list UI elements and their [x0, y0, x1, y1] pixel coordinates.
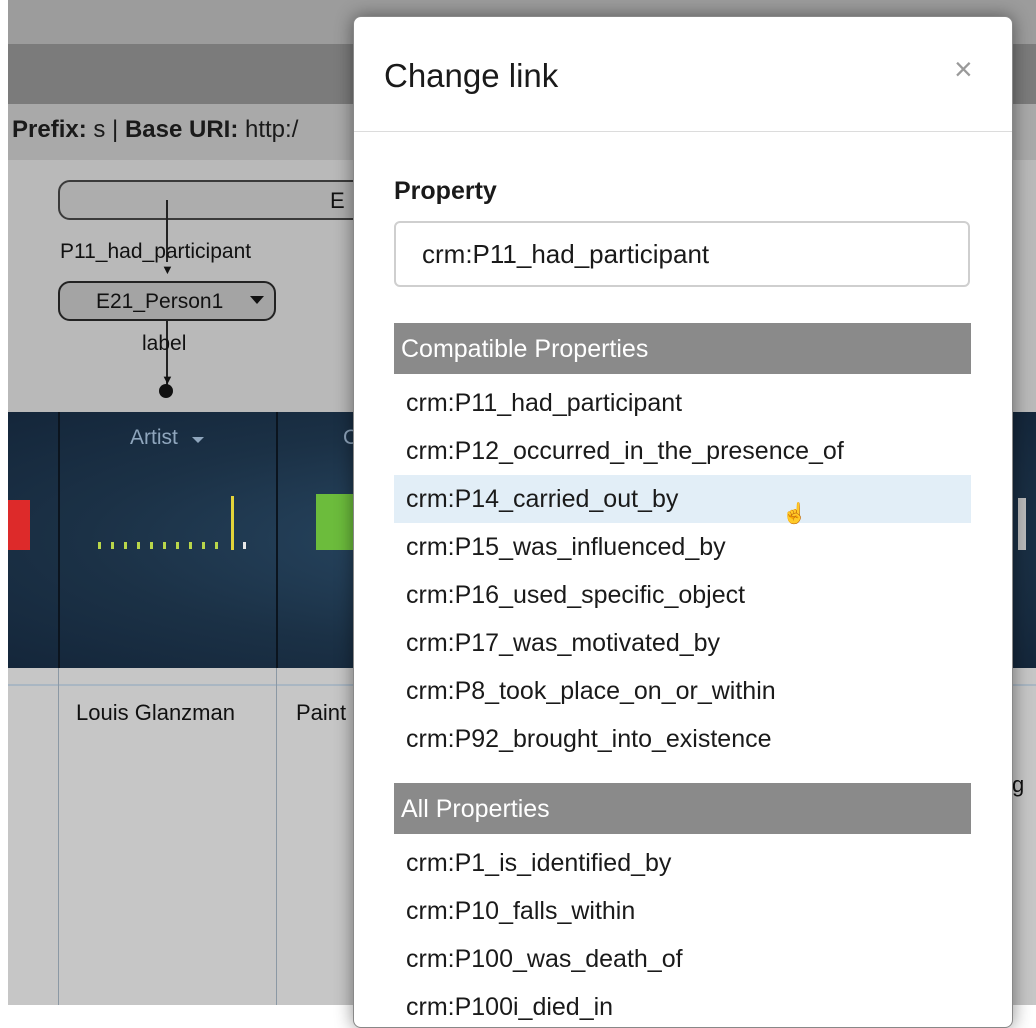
property-option[interactable]: crm:P92_brought_into_existence — [394, 715, 971, 763]
table-cell-partial: Paint — [296, 700, 347, 725]
histogram-tick — [176, 542, 179, 549]
person-node-label: E21_Person1 — [96, 290, 224, 313]
dialog-title: Change link — [384, 57, 559, 94]
property-option[interactable]: crm:P1_is_identified_by — [394, 839, 971, 887]
property-option[interactable]: crm:P100_was_death_of — [394, 935, 971, 983]
person-node[interactable]: E21_Person1 — [58, 281, 276, 321]
prefix-label: Prefix: — [12, 116, 87, 143]
property-option[interactable]: crm:P15_was_influenced_by — [394, 523, 971, 571]
header-divider — [354, 131, 1012, 132]
histogram-tick — [189, 542, 192, 549]
class-node-label: E — [330, 188, 345, 213]
property-option[interactable]: crm:P10_falls_within — [394, 887, 971, 935]
histogram-tick — [243, 542, 246, 549]
histogram-tick — [111, 542, 114, 549]
table-cell-artist: Louis Glanzman — [76, 700, 235, 725]
class-node[interactable]: E — [58, 180, 368, 220]
histogram-tick — [202, 542, 205, 549]
close-button[interactable]: × — [954, 53, 973, 85]
table-column-divider — [276, 668, 277, 1005]
histogram-bar — [1018, 498, 1026, 550]
histogram-tick — [163, 542, 166, 549]
histogram-tick-highlight — [231, 496, 234, 550]
property-option[interactable]: crm:P12_occurred_in_the_presence_of — [394, 427, 971, 475]
column-header-artist[interactable]: Artist — [130, 426, 178, 450]
property-option[interactable]: crm:P11_had_participant — [394, 379, 971, 427]
base-uri-value: http:/ — [238, 116, 299, 143]
base-uri-label: Base URI: — [124, 116, 239, 143]
property-input[interactable] — [394, 221, 970, 287]
property-option[interactable]: crm:P14_carried_out_by — [394, 475, 971, 523]
histogram-tick — [98, 542, 101, 549]
compatible-properties-header: Compatible Properties — [394, 323, 971, 374]
property-option[interactable]: crm:P8_took_place_on_or_within — [394, 667, 971, 715]
property-label: Property — [394, 177, 497, 205]
arrow-down-icon: ▼ — [161, 262, 174, 277]
property-option[interactable]: crm:P16_used_specific_object — [394, 571, 971, 619]
table-column-divider — [58, 668, 59, 1005]
all-properties-header: All Properties — [394, 783, 971, 834]
chevron-down-icon[interactable] — [192, 437, 204, 443]
link-property-label[interactable]: P11_had_participant — [60, 240, 251, 264]
prefix-info: Prefix: s | Base URI: http:/ — [12, 116, 298, 144]
chevron-down-icon[interactable] — [250, 296, 264, 304]
histogram-tick — [215, 542, 218, 549]
histogram-bar — [8, 500, 30, 550]
column-divider — [58, 412, 60, 668]
prefix-value: s | — [86, 116, 125, 143]
histogram-tick — [150, 542, 153, 549]
property-option[interactable]: crm:P17_was_motivated_by — [394, 619, 971, 667]
property-option[interactable]: crm:P100i_died_in — [394, 983, 971, 1027]
change-link-dialog: Change link × Property Compatible Proper… — [353, 16, 1013, 1028]
label-link-text[interactable]: label — [142, 332, 186, 356]
hand-cursor-icon: ☝ — [782, 503, 807, 525]
histogram-tick — [124, 542, 127, 549]
column-divider — [276, 412, 278, 668]
table-cell-partial-right: g — [1012, 772, 1025, 797]
histogram-bar — [316, 494, 356, 550]
link-endpoint — [159, 384, 173, 398]
histogram-tick — [137, 542, 140, 549]
